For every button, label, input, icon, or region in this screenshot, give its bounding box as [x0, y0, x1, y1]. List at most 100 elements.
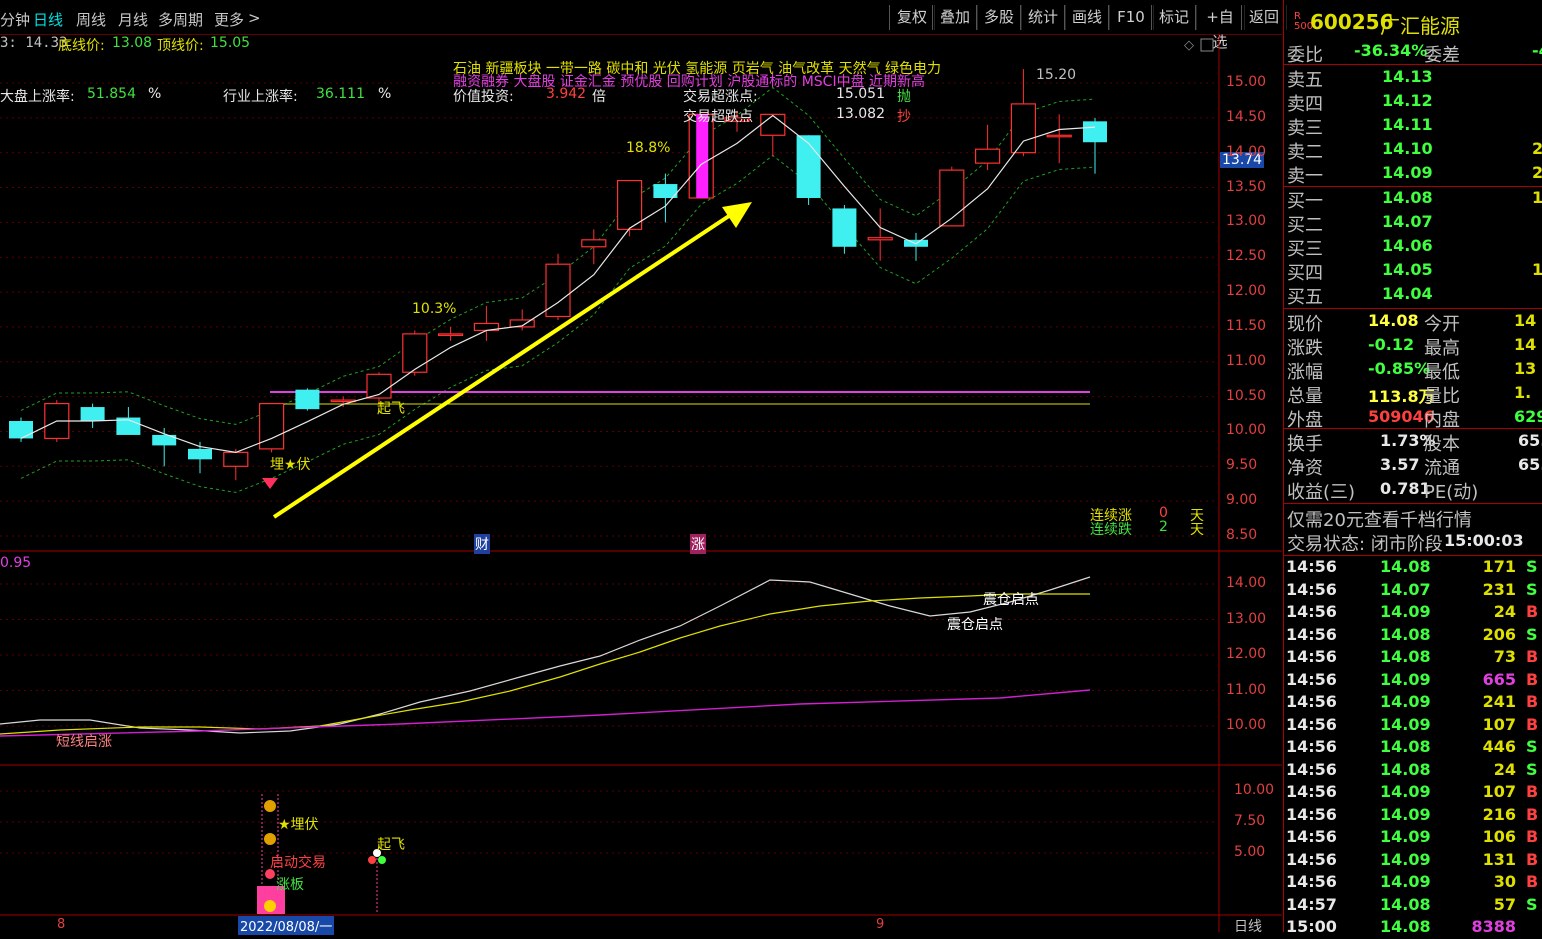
- promo-link[interactable]: 仅需20元查看千档行情: [1287, 506, 1472, 531]
- tick-side: B: [1526, 782, 1539, 801]
- f10-button[interactable]: F10: [1108, 5, 1154, 30]
- price-axis-tick: 11.00: [1226, 352, 1267, 369]
- stat-value-2: 14: [1514, 335, 1537, 354]
- ask-level-label: 卖二: [1287, 142, 1323, 163]
- price-axis-tick: 11.50: [1226, 317, 1267, 334]
- gold-icon: [264, 900, 276, 912]
- tick-volume: 24: [1493, 759, 1516, 779]
- tick-volume: 107: [1482, 714, 1516, 734]
- tick-price: 14.08: [1380, 557, 1431, 576]
- price-axis-tick: 9.00: [1226, 492, 1258, 509]
- candle-body: [796, 135, 821, 198]
- takeoff-label: 起飞: [377, 401, 405, 417]
- oversold-value: 13.082: [836, 106, 885, 122]
- kline-chart[interactable]: ◇: [0, 34, 1282, 932]
- tab-multi-period[interactable]: 多周期: [158, 9, 203, 30]
- price-axis-tick: 13.00: [1226, 213, 1267, 230]
- tick-side: B: [1526, 804, 1539, 824]
- industry-rise-value: 36.111: [316, 86, 365, 102]
- signal-axis-tick: 7.50: [1234, 813, 1266, 829]
- tick-volume: 24: [1493, 602, 1516, 621]
- tab-monthly[interactable]: 月线: [118, 9, 148, 30]
- peak-price-label: 15.20: [1036, 67, 1077, 83]
- overlay-button[interactable]: 叠加: [932, 5, 978, 30]
- bid-level-volume: 1: [1532, 260, 1542, 279]
- period-toolbar: 分钟 日线 周线 月线 多周期 更多 > 复权 叠加 多股 统计 画线 F10 …: [0, 0, 1287, 51]
- tick-volume: 57: [1493, 894, 1516, 914]
- consecutive-down-count: 2: [1159, 519, 1168, 535]
- tick-price: 14.09: [1380, 872, 1431, 891]
- candle-body: [760, 113, 786, 136]
- candle-body: [330, 399, 356, 403]
- indicator-axis-tick: 11.00: [1226, 681, 1267, 698]
- stat-label-2: 内盘: [1424, 410, 1460, 431]
- tick-time: 14:56: [1286, 827, 1337, 846]
- ambush-label: 埋★伏: [270, 457, 311, 473]
- chevron-right-icon[interactable]: >: [248, 9, 261, 27]
- mark-button[interactable]: 标记: [1151, 5, 1197, 30]
- tick-time: 14:56: [1286, 849, 1337, 869]
- ask-level-volume: 2: [1532, 139, 1542, 158]
- stat-label: 收益(三): [1287, 482, 1356, 503]
- candle-body: [616, 179, 643, 230]
- period-label[interactable]: 日线: [1234, 916, 1262, 936]
- finance-event-marker[interactable]: 财: [474, 534, 490, 554]
- tab-daily[interactable]: 日线: [33, 9, 63, 30]
- price-axis-tick: 12.00: [1226, 283, 1267, 300]
- tab-more[interactable]: 更多: [214, 9, 244, 30]
- tab-weekly[interactable]: 周线: [76, 9, 106, 30]
- draw-line-button[interactable]: 画线: [1064, 5, 1110, 30]
- stat-value-2: 13: [1514, 359, 1537, 378]
- tick-volume: 131: [1482, 849, 1516, 869]
- tick-side: S: [1526, 624, 1538, 644]
- tick-price: 14.09: [1380, 827, 1431, 846]
- signal-label: 震仓启点: [947, 617, 1003, 633]
- market-rise-value: 51.854: [87, 86, 136, 102]
- gain-label: 10.3%: [412, 301, 457, 317]
- back-button[interactable]: 返回: [1241, 5, 1287, 30]
- tick-side: B: [1526, 872, 1539, 891]
- tick-side: S: [1526, 759, 1538, 779]
- tick-price: 14.08: [1380, 647, 1431, 666]
- ask-level-price: 14.12: [1382, 91, 1433, 110]
- candle-body: [9, 421, 33, 439]
- stat-value-2: 1.: [1514, 383, 1532, 402]
- ask-level-price: 14.09: [1382, 163, 1433, 182]
- bid-level-price: 14.06: [1382, 236, 1433, 255]
- limit-up-bar: [696, 114, 709, 198]
- order-ratio-label: 委比: [1287, 45, 1323, 66]
- tab-minute[interactable]: 分钟: [0, 9, 30, 30]
- stat-value-2: 65.: [1518, 431, 1542, 450]
- limit-up-event-marker[interactable]: 涨: [690, 534, 706, 554]
- ask-level-price: 14.13: [1382, 67, 1433, 86]
- statistics-button[interactable]: 统计: [1020, 5, 1066, 30]
- stat-value-2: 65.: [1518, 455, 1542, 474]
- stat-label: 涨跌: [1287, 338, 1323, 359]
- tick-volume: 231: [1482, 579, 1516, 599]
- tick-time: 14:56: [1286, 804, 1337, 824]
- value-invest-unit: 倍: [592, 89, 606, 105]
- tick-side: S: [1526, 894, 1538, 914]
- indicator-axis-tick: 14.00: [1226, 575, 1267, 591]
- tick-side: S: [1526, 557, 1538, 576]
- candle-body: [1010, 103, 1037, 154]
- candle-body: [867, 237, 893, 241]
- gain-label: 18.8%: [626, 140, 671, 156]
- tick-volume: 171: [1482, 557, 1516, 576]
- market-rise-unit: %: [148, 86, 162, 102]
- lower-band-line: [20, 154, 1096, 493]
- panel-toggle-icon: [1200, 38, 1214, 52]
- stat-value: -0.85%: [1368, 359, 1431, 378]
- tick-time: 14:56: [1286, 647, 1337, 666]
- tick-price: 14.09: [1380, 714, 1431, 734]
- multi-stock-button[interactable]: 多股: [976, 5, 1022, 30]
- tick-side: B: [1526, 647, 1539, 666]
- restore-rights-button[interactable]: 复权: [889, 5, 935, 30]
- candle-body: [974, 148, 1001, 164]
- top-line-label: 顶线价:: [157, 38, 204, 54]
- chart-area[interactable]: ◇ 3: 14.33 底线价: 13.08 顶线价: 15.05 大盘上涨率: …: [0, 34, 1282, 935]
- ask-level-volume: 2: [1532, 163, 1542, 182]
- bottom-line-label: 底线价:: [58, 38, 105, 54]
- quote-panel: R500 600256 广汇能源 委比 -36.34% 委差 -4 卖五14.1…: [1283, 0, 1542, 936]
- add-watchlist-button[interactable]: +自选: [1195, 5, 1245, 51]
